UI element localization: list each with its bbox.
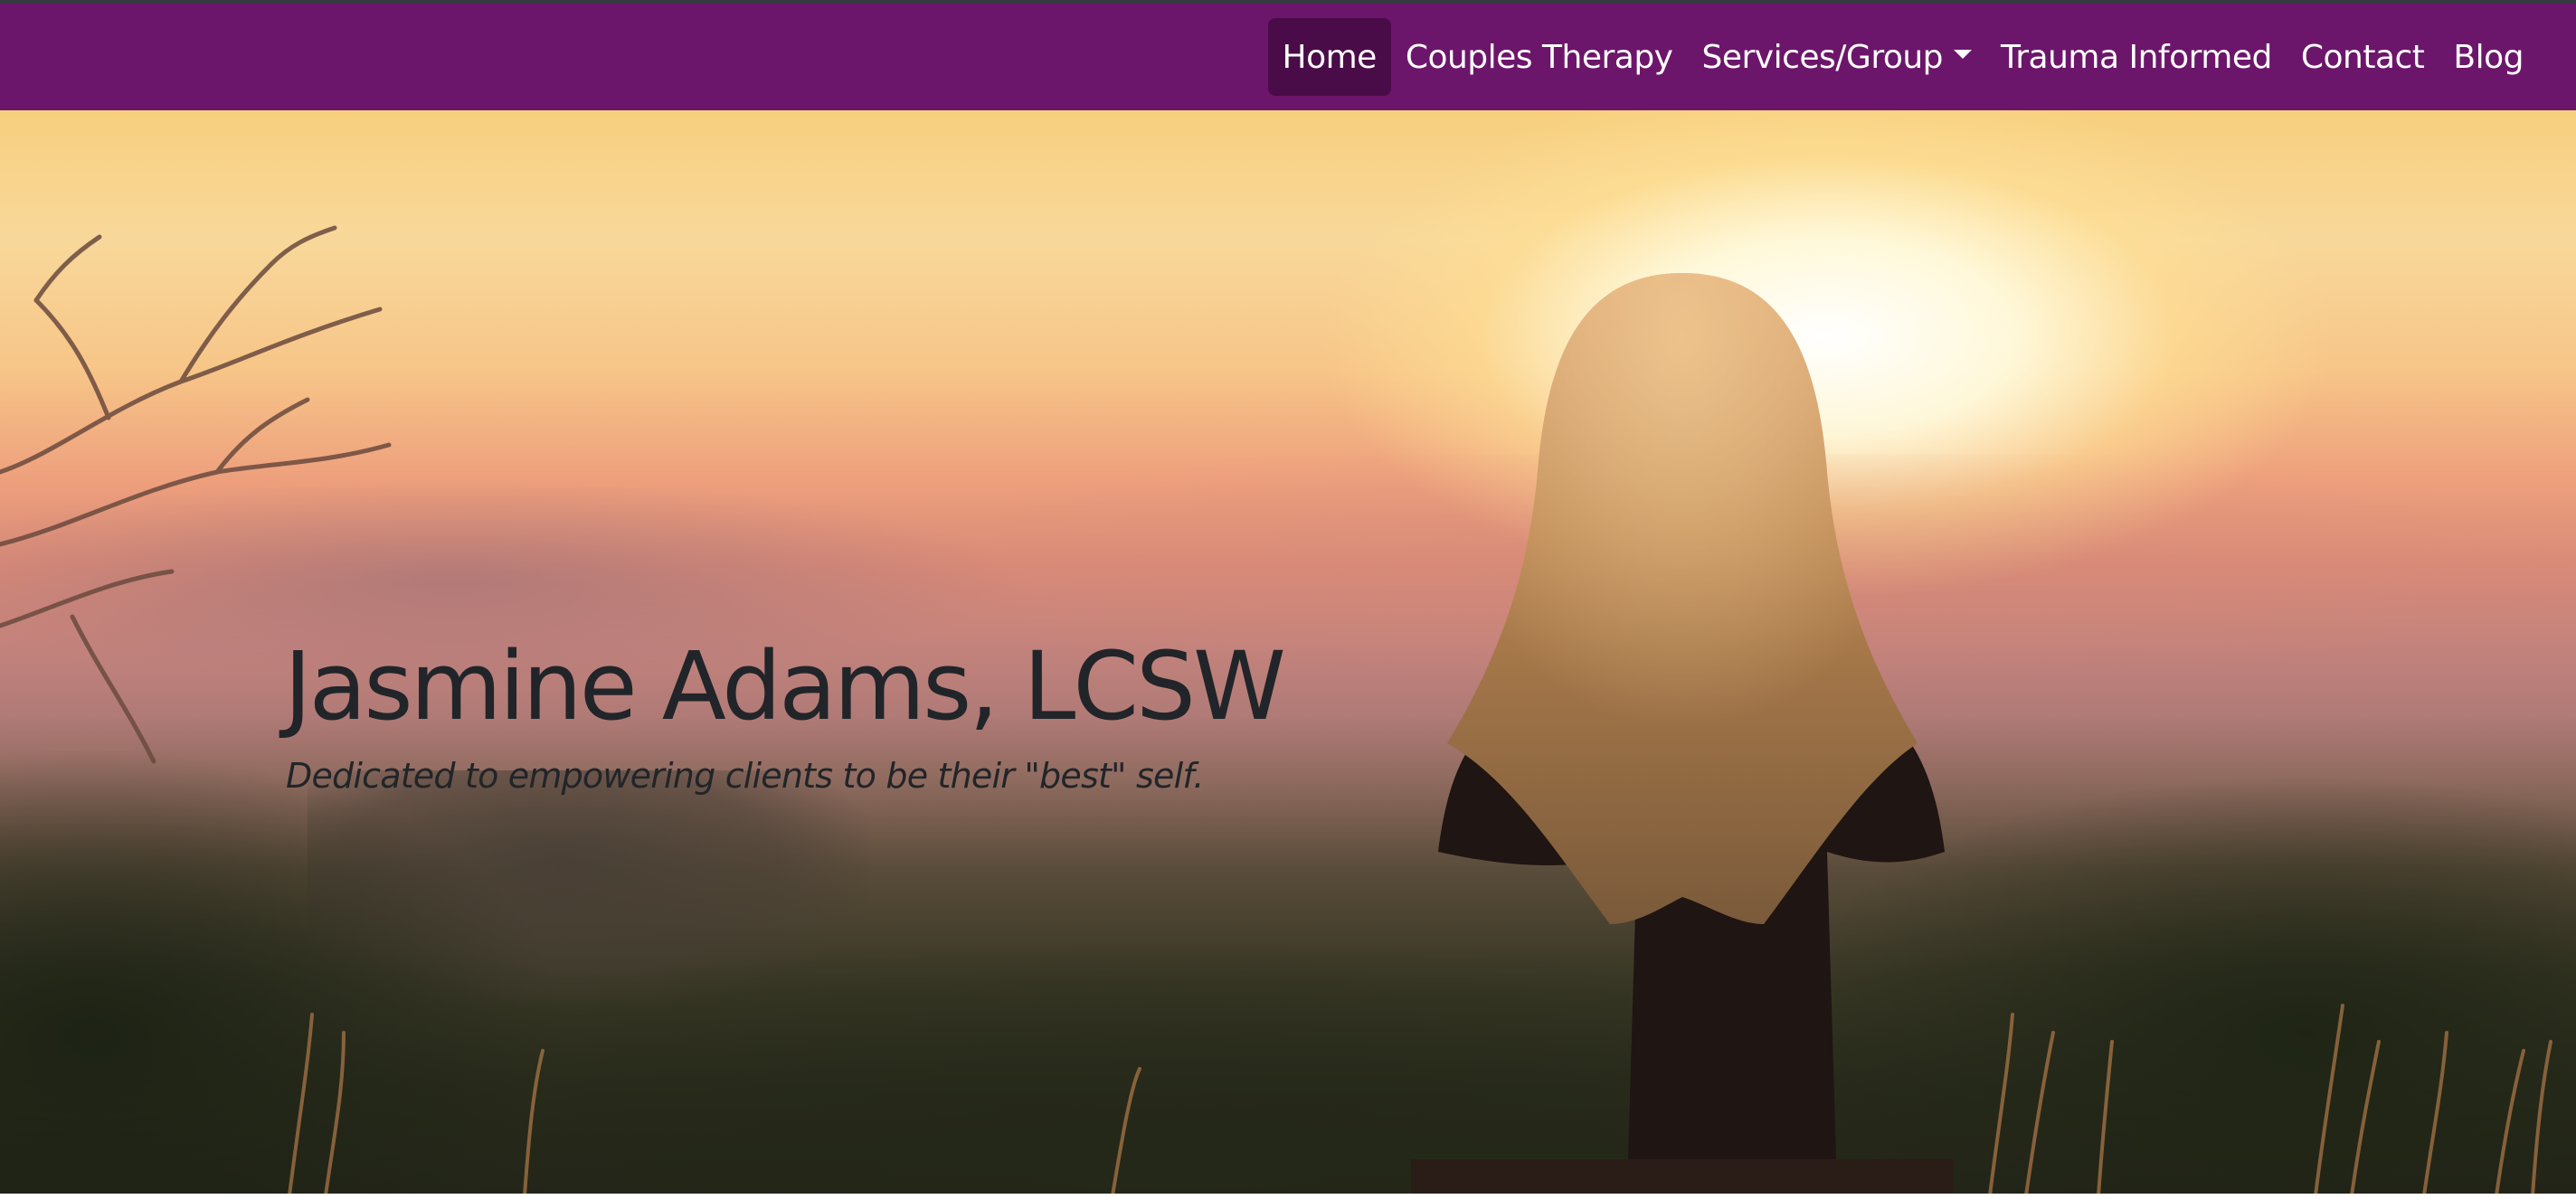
nav-couples-therapy[interactable]: Couples Therapy [1391, 18, 1688, 96]
hero-subtitle: Dedicated to empowering clients to be th… [286, 756, 1204, 797]
page-bottom-spacer [0, 1194, 2576, 1199]
nav-services-group-label: Services/Group [1701, 38, 1944, 76]
nav-blog[interactable]: Blog [2439, 18, 2538, 96]
woman-silhouette-illustration [1411, 273, 1954, 1194]
hero-title: Jasmine Adams, LCSW [284, 631, 1286, 741]
hero-banner: Jasmine Adams, LCSW Dedicated to empower… [0, 110, 2576, 1194]
nav-trauma-informed[interactable]: Trauma Informed [1986, 18, 2287, 96]
nav-home[interactable]: Home [1267, 18, 1391, 96]
hero-text-block: Jasmine Adams, LCSW Dedicated to empower… [284, 631, 1286, 797]
navbar: Home Couples Therapy Services/Group Trau… [0, 4, 2576, 110]
chevron-down-icon [1954, 50, 1973, 59]
grass-illustration [288, 1004, 2552, 1194]
nav-contact[interactable]: Contact [2287, 18, 2439, 96]
nav-services-group-dropdown[interactable]: Services/Group [1687, 18, 1986, 96]
nav-menu: Home Couples Therapy Services/Group Trau… [1267, 18, 2538, 96]
